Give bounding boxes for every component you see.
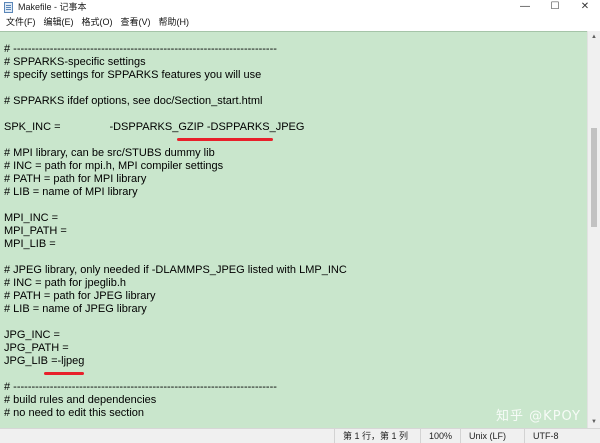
editor-line-25: JPG_LIB =-ljpeg bbox=[4, 355, 85, 367]
menu-help[interactable]: 帮助(H) bbox=[155, 14, 194, 30]
editor-line-23: JPG_INC = bbox=[4, 329, 60, 341]
editor-line-18: # JPEG library, only needed if -DLAMMPS_… bbox=[4, 264, 347, 276]
editor-line-27: # --------------------------------------… bbox=[4, 381, 277, 393]
title-bar: Makefile - 记事本 — ☐ ✕ bbox=[0, 0, 600, 14]
scrollbar-thumb[interactable] bbox=[591, 128, 597, 227]
editor-line-2: # SPPARKS-specific settings bbox=[4, 56, 146, 68]
window-title: Makefile - 记事本 bbox=[18, 2, 87, 12]
scroll-up-arrow-icon[interactable]: ▲ bbox=[588, 31, 600, 43]
minimize-button[interactable]: — bbox=[510, 0, 540, 14]
menu-format[interactable]: 格式(O) bbox=[78, 14, 117, 30]
editor-line-24: JPG_PATH = bbox=[4, 342, 69, 354]
status-bar: 第 1 行，第 1 列 100% Unix (LF) UTF-8 bbox=[0, 428, 600, 443]
editor-line-11: # PATH = path for MPI library bbox=[4, 173, 147, 185]
window-controls: — ☐ ✕ bbox=[510, 0, 600, 14]
editor-line-10: # INC = path for mpi.h, MPI compiler set… bbox=[4, 160, 224, 172]
vertical-scrollbar[interactable]: ▲ ▼ bbox=[587, 31, 600, 428]
notepad-icon bbox=[3, 1, 14, 13]
editor-line-21: # LIB = name of JPEG library bbox=[4, 303, 147, 315]
status-line-ending: Unix (LF) bbox=[460, 429, 524, 443]
editor-line-9: # MPI library, can be src/STUBS dummy li… bbox=[4, 147, 215, 159]
editor-line-3: # specify settings for SPPARKS features … bbox=[4, 69, 262, 81]
status-zoom: 100% bbox=[420, 429, 460, 443]
menu-view[interactable]: 查看(V) bbox=[117, 14, 155, 30]
maximize-button[interactable]: ☐ bbox=[540, 0, 570, 14]
scroll-down-arrow-icon[interactable]: ▼ bbox=[588, 416, 600, 428]
menu-edit[interactable]: 编辑(E) bbox=[40, 14, 78, 30]
editor-line-14: MPI_INC = bbox=[4, 212, 59, 224]
watermark-text: 知乎 @KPOY bbox=[496, 409, 581, 424]
editor-line-7: SPK_INC = -DSPPARKS_GZIP -DSPPARKS_JPEG bbox=[4, 121, 305, 133]
editor-line-20: # PATH = path for JPEG library bbox=[4, 290, 156, 302]
menu-file[interactable]: 文件(F) bbox=[2, 14, 40, 30]
editor-line-19: # INC = path for jpeglib.h bbox=[4, 277, 126, 289]
editor-line-15: MPI_PATH = bbox=[4, 225, 67, 237]
text-editor[interactable]: # --------------------------------------… bbox=[0, 31, 587, 428]
editor-line-16: MPI_LIB = bbox=[4, 238, 56, 250]
status-cursor-position: 第 1 行，第 1 列 bbox=[334, 429, 420, 443]
menu-bar: 文件(F) 编辑(E) 格式(O) 查看(V) 帮助(H) bbox=[0, 14, 600, 30]
close-button[interactable]: ✕ bbox=[570, 0, 600, 14]
editor-line-29: # no need to edit this section bbox=[4, 407, 145, 419]
annotation-underline-ljpeg bbox=[44, 372, 84, 375]
editor-line-1: # --------------------------------------… bbox=[4, 43, 277, 55]
annotation-underline-jpeg-flag bbox=[177, 138, 273, 141]
editor-line-5: # SPPARKS ifdef options, see doc/Section… bbox=[4, 95, 263, 107]
status-encoding: UTF-8 bbox=[524, 429, 600, 443]
editor-line-28: # build rules and dependencies bbox=[4, 394, 157, 406]
editor-line-12: # LIB = name of MPI library bbox=[4, 186, 138, 198]
